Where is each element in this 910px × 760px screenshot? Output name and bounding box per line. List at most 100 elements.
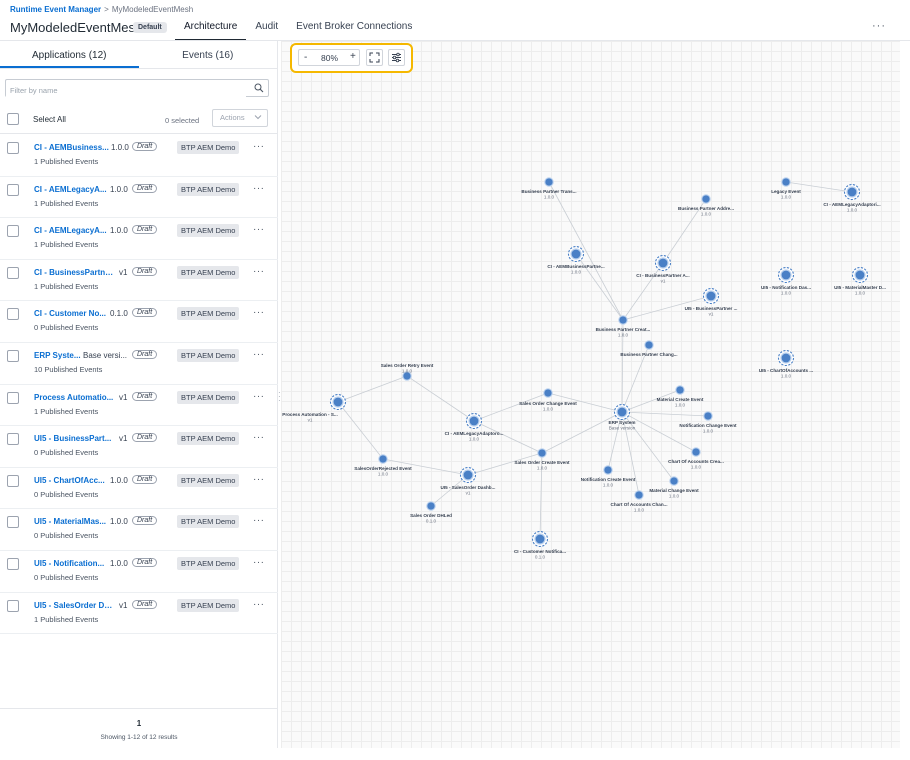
row-more-options-button[interactable]: ···: [253, 141, 265, 152]
event-node-dot[interactable]: [603, 465, 613, 475]
row-checkbox[interactable]: [7, 391, 19, 404]
graph-edge[interactable]: [621, 411, 697, 453]
event-node-dot[interactable]: [691, 447, 701, 457]
row-more-options-button[interactable]: ···: [253, 474, 265, 485]
fit-to-screen-button[interactable]: [366, 49, 383, 66]
event-mesh-graph[interactable]: CI - AEMBusinessPartne...1.0.0CI - Busin…: [281, 41, 900, 748]
event-node-dot[interactable]: [669, 476, 679, 486]
application-row[interactable]: CI - AEMBusiness... 1.0.0 Draft BTP AEM Dem…: [0, 135, 278, 177]
tab-events[interactable]: Events (16): [139, 41, 278, 68]
application-node-dot[interactable]: [462, 469, 474, 481]
event-node[interactable]: Business Partner Chang...: [620, 340, 678, 357]
application-node[interactable]: UI5 - Notification Das...1.0.0: [761, 266, 811, 296]
layout-settings-button[interactable]: [388, 49, 405, 66]
application-node[interactable]: UI5 - MaterialMaster D...1.0.0: [834, 266, 886, 296]
graph-edge[interactable]: [337, 401, 384, 460]
event-node[interactable]: Business Partner Addre...1.0.0: [678, 194, 734, 217]
row-more-options-button[interactable]: ···: [253, 391, 265, 402]
event-node-dot[interactable]: [644, 340, 654, 350]
graph-edge[interactable]: [541, 411, 623, 454]
application-node[interactable]: UI5 - ChartOfAccounts ...1.0.0: [759, 349, 813, 379]
event-node[interactable]: Legacy Event1.0.0: [771, 177, 801, 200]
event-node[interactable]: Business Partner Creat...1.0.0: [596, 315, 651, 338]
application-name-link[interactable]: Process Automatio...: [34, 393, 113, 402]
application-name-link[interactable]: CI - Customer No...: [34, 309, 106, 318]
row-more-options-button[interactable]: ···: [253, 183, 265, 194]
application-node-dot[interactable]: [780, 352, 792, 364]
architecture-canvas[interactable]: CI - AEMBusinessPartne... 1.0.0 CI - Busin…: [281, 41, 900, 748]
row-checkbox[interactable]: [7, 350, 19, 362]
filter-input[interactable]: [6, 82, 246, 99]
application-row[interactable]: ERP Syste... Base versi... Draft BTP AEM De…: [0, 343, 278, 385]
row-more-options-button[interactable]: ···: [253, 515, 265, 526]
application-row[interactable]: CI - Customer No... 0.1.0 Draft BTP AEM Dem…: [0, 301, 278, 343]
application-name-link[interactable]: CI - AEMLegacyA...: [34, 226, 107, 235]
tab-event-broker-connections[interactable]: Event Broker Connections: [287, 14, 421, 41]
application-node-dot[interactable]: [534, 533, 546, 545]
application-node-dot[interactable]: [657, 257, 669, 269]
event-node-dot[interactable]: [701, 194, 711, 204]
row-checkbox[interactable]: [7, 308, 19, 321]
event-node-dot[interactable]: [543, 388, 553, 398]
application-row[interactable]: CI - BusinessPartne... v1 Draft BTP AEM Dem…: [0, 260, 278, 302]
application-node[interactable]: CI - AEMLegacyAdaptoro...1.0.0: [445, 412, 504, 442]
more-options-button[interactable]: ···: [872, 20, 886, 32]
application-row[interactable]: CI - AEMLegacyA... 1.0.0 Draft BTP AEM Demo…: [0, 218, 278, 260]
application-node-dot[interactable]: [854, 269, 866, 281]
event-node-dot[interactable]: [426, 501, 436, 511]
event-node[interactable]: Material Create Event1.0.0: [657, 385, 704, 408]
application-name-link[interactable]: UI5 - MaterialMas...: [34, 517, 106, 526]
row-more-options-button[interactable]: ···: [253, 599, 265, 610]
event-node[interactable]: Sales Order DHLed0.1.0: [410, 501, 452, 524]
graph-edge[interactable]: [621, 411, 709, 417]
event-node[interactable]: Chart Of Accounts Crea...1.0.0: [668, 447, 724, 470]
tab-audit[interactable]: Audit: [246, 14, 287, 41]
page-number[interactable]: 1: [0, 719, 278, 728]
graph-edge[interactable]: [406, 375, 475, 422]
row-checkbox[interactable]: [7, 225, 19, 238]
application-name-link[interactable]: UI5 - BusinessPart...: [34, 434, 111, 443]
application-node[interactable]: Process Automation - S...v1: [282, 393, 347, 423]
application-row[interactable]: CI - AEMLegacyA... 1.0.0 Draft BTP AEM Demo…: [0, 177, 278, 219]
event-node-dot[interactable]: [537, 448, 547, 458]
event-node[interactable]: Business Partner Trans...1.0.0: [521, 177, 577, 200]
application-node-dot[interactable]: [570, 248, 582, 260]
zoom-out-button[interactable]: -: [304, 52, 307, 63]
application-row[interactable]: Process Automatio... v1 Draft BTP AEM Demo ·…: [0, 385, 278, 427]
row-more-options-button[interactable]: ···: [253, 349, 265, 360]
application-node[interactable]: CI - Customer Notifica...0.1.0: [514, 530, 566, 560]
event-node-dot[interactable]: [781, 177, 791, 187]
row-more-options-button[interactable]: ···: [253, 307, 265, 318]
breadcrumb-root-link[interactable]: Runtime Event Manager: [10, 5, 101, 14]
application-name-link[interactable]: UI5 - ChartOfAcc...: [34, 476, 105, 485]
row-checkbox[interactable]: [7, 474, 19, 487]
event-node[interactable]: Material Change Event1.0.0: [649, 476, 699, 499]
tab-architecture[interactable]: Architecture: [175, 14, 247, 41]
event-node[interactable]: Sales Order Change Event1.0.0: [519, 388, 577, 412]
row-more-options-button[interactable]: ···: [253, 224, 265, 235]
application-row[interactable]: UI5 - SalesOrder Da... v1 Draft BTP AEM Dem…: [0, 593, 278, 635]
application-node[interactable]: UI5 - BusinessPartner ...v1: [685, 287, 738, 317]
event-node-dot[interactable]: [703, 411, 713, 421]
application-name-link[interactable]: UI5 - Notification...: [34, 559, 104, 568]
zoom-in-button[interactable]: +: [350, 51, 356, 62]
application-name-link[interactable]: ERP Syste...: [34, 351, 81, 360]
event-node-dot[interactable]: [544, 177, 554, 187]
application-node[interactable]: CI - BusinessPartner A...v1: [636, 254, 690, 284]
application-node-dot[interactable]: [846, 186, 858, 198]
application-name-link[interactable]: UI5 - SalesOrder Da...: [34, 601, 114, 610]
application-row[interactable]: UI5 - MaterialMas... 1.0.0 Draft BTP AEM De…: [0, 509, 278, 551]
application-name-link[interactable]: CI - AEMLegacyA...: [34, 185, 107, 194]
event-node[interactable]: Notification Create Event1.0.0: [581, 465, 636, 488]
row-checkbox[interactable]: [7, 183, 19, 196]
event-node[interactable]: Sales Order Retry Event1.0.0: [381, 363, 434, 381]
application-row[interactable]: UI5 - Notification... 1.0.0 Draft BTP AEM D…: [0, 551, 278, 593]
row-more-options-button[interactable]: ···: [253, 266, 265, 277]
row-more-options-button[interactable]: ···: [253, 557, 265, 568]
row-checkbox[interactable]: [7, 266, 19, 279]
event-node-dot[interactable]: [618, 315, 628, 325]
event-node[interactable]: Chart Of Accounts Chan...1.0.0: [611, 490, 668, 513]
row-more-options-button[interactable]: ···: [253, 432, 265, 443]
row-checkbox[interactable]: [7, 516, 19, 529]
event-node[interactable]: SalesOrderRejected Event1.0.0: [354, 454, 412, 477]
